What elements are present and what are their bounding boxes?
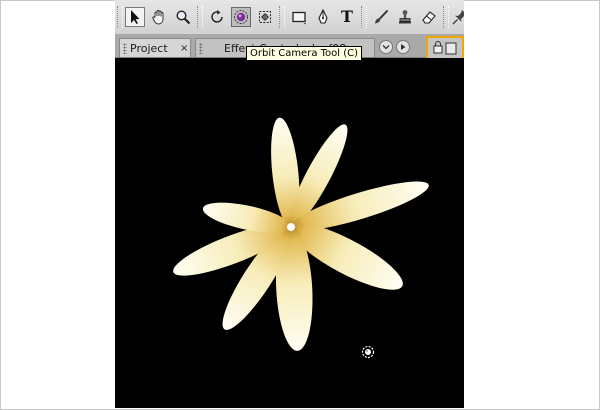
flower-center bbox=[287, 223, 295, 231]
after-effects-window: T Project × Effect Controls: leaf08 bbox=[115, 0, 464, 408]
orbit-camera-icon bbox=[234, 10, 248, 24]
composition-canvas bbox=[173, 117, 429, 359]
rectangle-tool-button[interactable] bbox=[289, 7, 309, 27]
toolbar-separator bbox=[443, 6, 449, 28]
tab-grip[interactable] bbox=[199, 43, 203, 54]
lock-icon bbox=[433, 41, 457, 55]
pen-tool-button[interactable] bbox=[313, 7, 333, 27]
stamp-icon bbox=[399, 10, 411, 24]
tab-project[interactable]: Project × bbox=[119, 38, 191, 57]
tools-toolbar: T bbox=[115, 0, 464, 35]
tab-close-icon[interactable]: × bbox=[180, 39, 188, 57]
toolbar-separator bbox=[197, 6, 203, 28]
orbit-cursor-icon bbox=[361, 345, 375, 359]
play-icon bbox=[401, 44, 406, 50]
rotation-tool-button[interactable] bbox=[207, 7, 227, 27]
magnifier-icon bbox=[176, 10, 191, 25]
composition-viewer[interactable] bbox=[115, 58, 464, 408]
puppet-pin-tool-button[interactable] bbox=[450, 7, 464, 27]
tooltip: Orbit Camera Tool (C) bbox=[246, 46, 363, 61]
clone-stamp-tool-button[interactable] bbox=[395, 7, 415, 27]
zoom-tool-button[interactable] bbox=[173, 7, 193, 27]
pin-icon bbox=[452, 10, 464, 25]
hand-tool-button[interactable] bbox=[149, 7, 169, 27]
rotate-icon bbox=[211, 10, 223, 23]
selection-tool-button[interactable] bbox=[125, 7, 145, 27]
pen-icon bbox=[318, 9, 328, 24]
tab-grip[interactable] bbox=[123, 43, 127, 54]
flower-graphic bbox=[173, 117, 429, 351]
panel-forward-button[interactable] bbox=[396, 40, 410, 54]
type-tool-button[interactable]: T bbox=[337, 7, 357, 27]
chevron-down-icon bbox=[382, 45, 390, 50]
brush-icon bbox=[375, 9, 389, 24]
hand-icon bbox=[152, 10, 164, 25]
toolbar-separator bbox=[361, 6, 367, 28]
type-icon: T bbox=[341, 7, 353, 26]
toolbar-separator bbox=[279, 6, 285, 28]
rectangle-icon bbox=[292, 11, 306, 25]
tab-composition-active[interactable] bbox=[426, 36, 464, 58]
eraser-tool-button[interactable] bbox=[419, 7, 439, 27]
brush-tool-button[interactable] bbox=[371, 7, 391, 27]
pan-behind-tool-button[interactable] bbox=[255, 7, 275, 27]
eraser-icon bbox=[422, 11, 436, 24]
pan-behind-icon bbox=[259, 11, 271, 23]
arrow-icon bbox=[131, 10, 140, 24]
panel-menu-button[interactable] bbox=[379, 40, 393, 54]
toolbar-grip[interactable] bbox=[117, 6, 123, 28]
tab-project-label: Project bbox=[130, 42, 168, 55]
orbit-camera-tool-button[interactable] bbox=[231, 7, 251, 27]
